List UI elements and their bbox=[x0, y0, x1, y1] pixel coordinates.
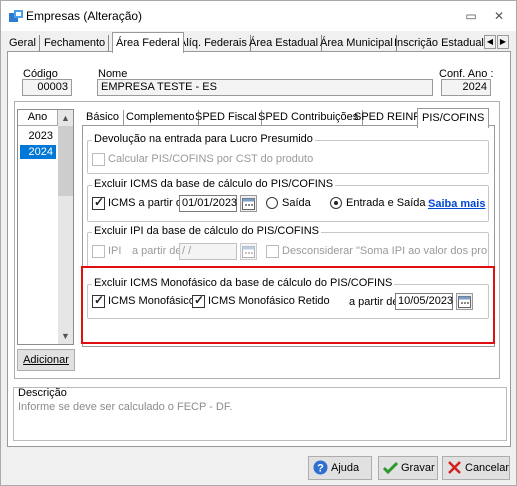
conf-year-field[interactable]: 2024 bbox=[441, 79, 491, 96]
help-icon: ? bbox=[313, 460, 328, 483]
name-field[interactable]: EMPRESA TESTE - ES bbox=[97, 79, 433, 96]
close-icon[interactable]: ✕ bbox=[489, 7, 509, 25]
desconsiderar-ipi-checkbox[interactable] bbox=[266, 245, 279, 258]
add-year-button-label: Adicionar bbox=[23, 354, 69, 366]
description-text: Informe se deve ser calculado o FECP - D… bbox=[18, 401, 233, 413]
minimize-icon[interactable]: ▭ bbox=[461, 7, 481, 25]
description-box: Descrição Informe se deve ser calculado … bbox=[13, 387, 507, 441]
ipi-date-field[interactable]: / / bbox=[179, 243, 237, 260]
main-tab-strip: Geral Fechamento Área Federal Alíq. Fede… bbox=[6, 32, 514, 53]
devolucao-group-title: Devolução na entrada para Lucro Presumid… bbox=[92, 133, 315, 145]
highlight-box bbox=[81, 266, 495, 344]
window-title: Empresas (Alteração) bbox=[26, 9, 143, 23]
tab-geral[interactable]: Geral bbox=[6, 35, 40, 52]
icms-checkbox[interactable]: ✓ bbox=[92, 195, 105, 210]
cancel-x-icon bbox=[447, 460, 462, 483]
code-field[interactable]: 00003 bbox=[22, 79, 72, 96]
calc-pis-cofins-label: Calcular PIS/COFINS por CST do produto bbox=[108, 153, 314, 165]
title-bar: Empresas (Alteração) ▭ ✕ bbox=[1, 1, 516, 31]
radio-saida-label: Saída bbox=[282, 197, 311, 209]
cancel-button-label: Cancelar bbox=[465, 462, 510, 474]
ipi-group-title: Excluir IPI da base de cálculo do PIS/CO… bbox=[92, 225, 321, 237]
calendar-icon[interactable] bbox=[240, 195, 257, 212]
sub-tab-strip: Básico Complemento SPED Fiscal SPED Cont… bbox=[82, 108, 490, 128]
ipi-checkbox[interactable] bbox=[92, 245, 105, 258]
window: Empresas (Alteração) ▭ ✕ Geral Fechament… bbox=[0, 0, 517, 486]
icms-date-field[interactable]: 01/01/2023 bbox=[179, 195, 237, 212]
ipi-checkbox-label: IPI bbox=[108, 245, 122, 257]
year-list[interactable]: Ano 2023 2024 ▲ ▼ bbox=[17, 109, 74, 345]
scroll-thumb[interactable] bbox=[58, 126, 73, 196]
tab-area-federal[interactable]: Área Federal bbox=[112, 32, 184, 53]
subtab-complemento[interactable]: Complemento bbox=[122, 110, 200, 126]
save-button[interactable]: Gravar bbox=[378, 456, 438, 480]
subtab-sped-reinf[interactable]: SPED REINF bbox=[350, 110, 426, 126]
subtab-pis-cofins[interactable]: PIS/COFINS bbox=[417, 108, 490, 128]
scroll-up-icon[interactable]: ▲ bbox=[58, 110, 73, 126]
saiba-mais-link[interactable]: Saiba mais bbox=[428, 198, 485, 210]
app-icon bbox=[9, 10, 23, 22]
description-label: Descrição bbox=[18, 387, 67, 399]
tab-area-municipal[interactable]: Área Municipal bbox=[317, 35, 397, 52]
radio-entrada-saida-label: Entrada e Saída bbox=[346, 197, 426, 209]
tab-scroll-left-icon[interactable]: ◀ bbox=[484, 35, 496, 49]
subtab-basico[interactable]: Básico bbox=[82, 110, 125, 126]
save-button-label: Gravar bbox=[401, 462, 435, 474]
tab-aliq-federais[interactable]: Alíq. Federais bbox=[176, 35, 251, 52]
calendar-icon[interactable] bbox=[240, 243, 257, 260]
tab-area-estadual[interactable]: Área Estadual bbox=[246, 35, 323, 52]
desconsiderar-ipi-label: Desconsiderar "Soma IPI ao valor dos pro… bbox=[282, 245, 487, 257]
year-item-selected[interactable]: 2024 bbox=[20, 145, 56, 159]
cancel-button[interactable]: Cancelar bbox=[442, 456, 510, 480]
subtab-sped-fiscal[interactable]: SPED Fiscal bbox=[191, 110, 262, 126]
year-item[interactable]: 2023 bbox=[20, 129, 56, 143]
checkmark-icon bbox=[382, 460, 399, 483]
radio-entrada-saida[interactable] bbox=[330, 197, 342, 209]
icms-group-title: Excluir ICMS da base de cálculo do PIS/C… bbox=[92, 178, 336, 190]
svg-text:?: ? bbox=[317, 463, 324, 475]
add-year-button[interactable]: Adicionar bbox=[17, 349, 75, 371]
subtab-sped-contribuicoes[interactable]: SPED Contribuições bbox=[254, 110, 364, 126]
radio-saida[interactable] bbox=[266, 197, 278, 209]
year-list-scrollbar[interactable]: ▲ ▼ bbox=[58, 110, 73, 344]
tab-scroll-right-icon[interactable]: ▶ bbox=[497, 35, 509, 49]
scroll-down-icon[interactable]: ▼ bbox=[58, 328, 73, 344]
calc-pis-cofins-checkbox[interactable] bbox=[92, 153, 105, 166]
help-button[interactable]: ? Ajuda bbox=[308, 456, 372, 480]
tab-inscricao-estadual[interactable]: Inscrição Estadual S bbox=[391, 35, 497, 52]
tab-fechamento[interactable]: Fechamento bbox=[41, 35, 110, 52]
ipi-from-label: a partir de: bbox=[132, 245, 185, 257]
year-list-header: Ano bbox=[18, 110, 58, 126]
help-button-label: Ajuda bbox=[331, 462, 360, 474]
